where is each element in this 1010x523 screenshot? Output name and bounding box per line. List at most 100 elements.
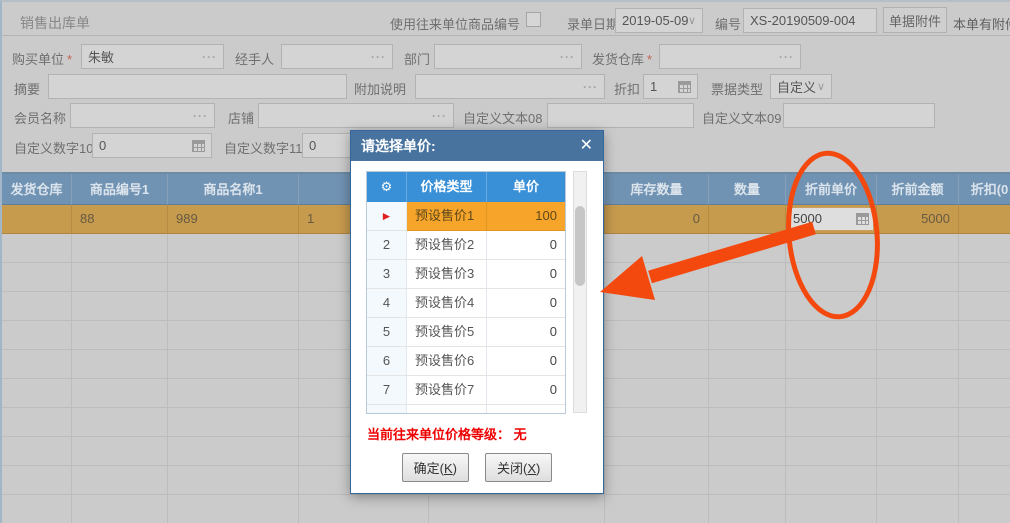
price-type-header[interactable]: 价格类型 bbox=[407, 172, 487, 202]
grid-cell[interactable] bbox=[877, 495, 959, 523]
grid-cell[interactable]: 989 bbox=[168, 205, 299, 234]
unit-price-cell[interactable]: 100 bbox=[487, 202, 565, 231]
grid-cell[interactable] bbox=[168, 321, 299, 350]
grid-cell[interactable] bbox=[168, 495, 299, 523]
grid-cell[interactable]: 0 bbox=[605, 205, 709, 234]
grid-cell[interactable] bbox=[2, 321, 72, 350]
grid-cell[interactable] bbox=[605, 379, 709, 408]
price-row[interactable]: 5预设售价50 bbox=[367, 318, 565, 347]
summary-input[interactable] bbox=[48, 74, 347, 99]
grid-cell[interactable] bbox=[709, 205, 786, 234]
grid-cell[interactable] bbox=[605, 437, 709, 466]
grid-cell[interactable] bbox=[959, 292, 1010, 321]
price-type-cell[interactable]: 预设售价2 bbox=[407, 231, 487, 260]
grid-cell[interactable] bbox=[2, 408, 72, 437]
grid-cell[interactable] bbox=[2, 437, 72, 466]
grid-column-header[interactable]: 库存数量 bbox=[605, 174, 709, 205]
grid-cell[interactable] bbox=[959, 408, 1010, 437]
department-input[interactable]: ··· bbox=[434, 44, 582, 69]
grid-column-header[interactable]: 商品编号1 bbox=[72, 174, 168, 205]
grid-column-header[interactable]: 数量 bbox=[709, 174, 786, 205]
price-row[interactable]: ►预设售价1100 bbox=[367, 202, 565, 231]
grid-cell[interactable] bbox=[959, 466, 1010, 495]
unit-price-cell[interactable]: 0 bbox=[487, 289, 565, 318]
unit-price-cell[interactable]: 0 bbox=[487, 347, 565, 376]
grid-cell[interactable] bbox=[2, 495, 72, 523]
warehouse-input[interactable]: ··· bbox=[659, 44, 801, 69]
grid-cell[interactable] bbox=[168, 234, 299, 263]
grid-cell[interactable] bbox=[605, 350, 709, 379]
price-type-cell[interactable]: 预设售价5 bbox=[407, 318, 487, 347]
grid-column-header[interactable]: 折扣(0 bbox=[959, 174, 1010, 205]
price-row-partial[interactable] bbox=[367, 405, 565, 413]
grid-cell[interactable] bbox=[786, 350, 877, 379]
grid-cell[interactable] bbox=[959, 379, 1010, 408]
extra-note-input[interactable]: ··· bbox=[415, 74, 605, 99]
grid-cell[interactable] bbox=[786, 466, 877, 495]
grid-cell[interactable] bbox=[709, 263, 786, 292]
grid-cell[interactable] bbox=[168, 379, 299, 408]
grid-cell[interactable] bbox=[72, 292, 168, 321]
grid-cell[interactable] bbox=[709, 495, 786, 523]
number-input[interactable]: XS-20190509-004 bbox=[743, 8, 877, 33]
grid-cell[interactable] bbox=[2, 350, 72, 379]
grid-cell[interactable] bbox=[786, 495, 877, 523]
gear-column-header[interactable]: ⚙ bbox=[367, 172, 407, 202]
grid-cell[interactable] bbox=[72, 408, 168, 437]
price-row[interactable]: 2预设售价20 bbox=[367, 231, 565, 260]
grid-cell[interactable] bbox=[168, 350, 299, 379]
calculator-icon[interactable] bbox=[856, 213, 869, 225]
grid-cell[interactable] bbox=[168, 263, 299, 292]
grid-cell[interactable] bbox=[605, 292, 709, 321]
attachment-button[interactable]: 单据附件 bbox=[883, 7, 947, 33]
grid-column-header[interactable]: 发货仓库 bbox=[2, 174, 72, 205]
grid-cell[interactable] bbox=[709, 408, 786, 437]
grid-column-header[interactable]: 折前金额 bbox=[877, 174, 959, 205]
grid-cell[interactable] bbox=[709, 234, 786, 263]
grid-cell[interactable] bbox=[877, 263, 959, 292]
grid-cell[interactable] bbox=[605, 321, 709, 350]
grid-cell[interactable] bbox=[605, 234, 709, 263]
ok-button[interactable]: 确定(K) bbox=[402, 453, 469, 482]
discount-input[interactable]: 1 bbox=[643, 74, 698, 99]
grid-cell[interactable] bbox=[72, 263, 168, 292]
grid-cell[interactable] bbox=[605, 408, 709, 437]
price-type-cell[interactable]: 预设售价4 bbox=[407, 289, 487, 318]
grid-cell[interactable] bbox=[72, 321, 168, 350]
grid-cell[interactable] bbox=[429, 495, 605, 523]
record-date-select[interactable]: 2019-05-09 ∨ bbox=[615, 8, 703, 33]
custom-num10-input[interactable]: 0 bbox=[92, 133, 212, 158]
calculator-icon[interactable] bbox=[192, 140, 205, 152]
bill-type-select[interactable]: 自定义 ∨ bbox=[770, 74, 832, 99]
grid-cell[interactable] bbox=[605, 263, 709, 292]
grid-cell[interactable] bbox=[72, 379, 168, 408]
grid-cell[interactable] bbox=[959, 321, 1010, 350]
grid-cell[interactable] bbox=[709, 292, 786, 321]
buyer-input[interactable]: 朱敏 ··· bbox=[81, 44, 224, 69]
unit-price-cell[interactable]: 0 bbox=[487, 376, 565, 405]
grid-cell[interactable] bbox=[786, 408, 877, 437]
grid-cell[interactable] bbox=[877, 234, 959, 263]
grid-empty-row[interactable] bbox=[2, 495, 1010, 523]
grid-cell[interactable] bbox=[2, 234, 72, 263]
grid-cell[interactable] bbox=[877, 379, 959, 408]
grid-cell[interactable] bbox=[168, 408, 299, 437]
unit-price-cell[interactable]: 0 bbox=[487, 318, 565, 347]
grid-cell[interactable] bbox=[2, 292, 72, 321]
price-row[interactable]: 7预设售价70 bbox=[367, 376, 565, 405]
grid-cell[interactable] bbox=[709, 466, 786, 495]
unit-price-cell[interactable]: 0 bbox=[487, 231, 565, 260]
grid-cell[interactable] bbox=[709, 321, 786, 350]
grid-cell[interactable] bbox=[709, 379, 786, 408]
grid-column-header[interactable]: 折前单价 bbox=[786, 174, 877, 205]
grid-cell[interactable] bbox=[72, 437, 168, 466]
grid-cell[interactable] bbox=[72, 495, 168, 523]
custom-text08-input[interactable] bbox=[547, 103, 694, 128]
unit-price-edit-input[interactable]: 5000 bbox=[788, 207, 874, 231]
grid-cell[interactable]: 88 bbox=[72, 205, 168, 234]
grid-cell[interactable] bbox=[72, 350, 168, 379]
grid-cell[interactable] bbox=[877, 408, 959, 437]
unit-price-header[interactable]: 单价 bbox=[487, 172, 565, 202]
grid-cell[interactable] bbox=[877, 321, 959, 350]
price-type-cell[interactable]: 预设售价7 bbox=[407, 376, 487, 405]
